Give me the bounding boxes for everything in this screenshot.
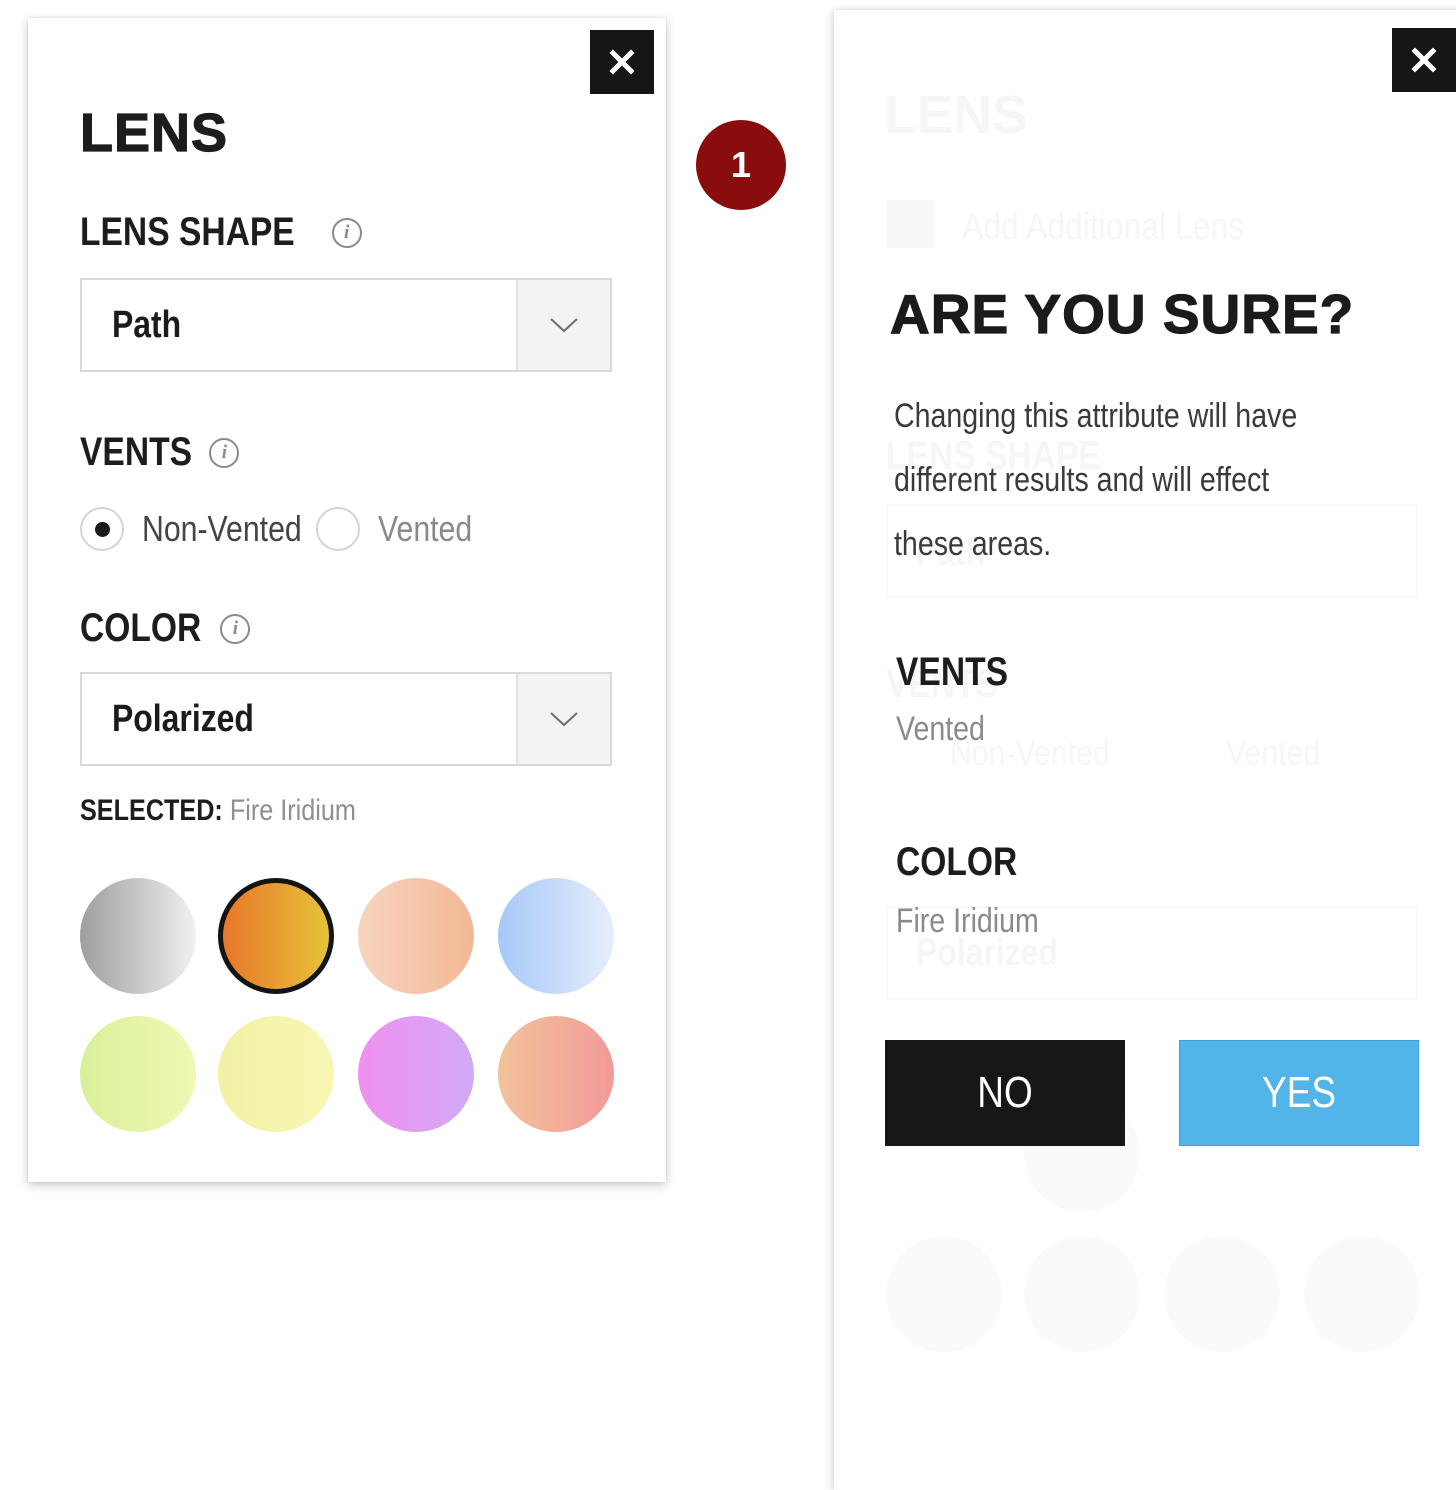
radio-label-vented: Vented [378, 508, 473, 549]
color-swatch-coral[interactable] [498, 1016, 614, 1132]
ghost-swatch [1304, 1236, 1420, 1352]
step-badge: 1 [696, 120, 786, 210]
lens-shape-label: LENS SHAPE i [80, 210, 362, 255]
summary-color-label: COLOR [896, 840, 1018, 884]
lens-shape-label-text: LENS SHAPE [80, 210, 295, 254]
no-button[interactable]: NO [885, 1040, 1125, 1146]
radio-dot [94, 521, 110, 537]
vents-radio-group: Non-Vented Vented [80, 504, 490, 554]
confirm-message: Changing this attribute will have differ… [894, 384, 1456, 576]
lens-shape-select[interactable]: Path [80, 278, 612, 372]
ghost-swatch [886, 1236, 1002, 1352]
close-icon [609, 49, 635, 75]
color-label: COLOR i [80, 606, 251, 651]
panel-title: LENS [79, 102, 229, 163]
color-swatch-fire-iridium[interactable] [218, 878, 334, 994]
color-swatch-lime[interactable] [80, 1016, 196, 1132]
radio-label-non-vented: Non-Vented [142, 508, 302, 549]
radio-vented[interactable] [316, 507, 361, 551]
color-value: Polarized [112, 698, 254, 740]
selected-value: Fire Iridium [229, 794, 356, 827]
selected-key: SELECTED: [80, 794, 223, 827]
summary-vents-value: Vented [896, 710, 985, 748]
ghost-add-lens: Add Additional Lens [962, 206, 1245, 248]
confirm-title: ARE YOU SURE? [889, 282, 1355, 345]
color-swatch-silver[interactable] [80, 878, 196, 994]
info-icon[interactable]: i [209, 437, 240, 468]
confirm-message-line: Changing this attribute will have [894, 397, 1298, 435]
chevron-down-icon[interactable] [516, 280, 610, 370]
radio-non-vented[interactable] [80, 507, 124, 551]
color-swatch-blue[interactable] [498, 878, 614, 994]
close-icon [1411, 47, 1437, 73]
close-button[interactable] [1392, 28, 1456, 92]
ghost-checkbox [886, 200, 934, 248]
color-select[interactable]: Polarized [80, 672, 612, 766]
ghost-swatch [1024, 1236, 1140, 1352]
color-label-text: COLOR [80, 606, 202, 650]
lens-panel: LENS LENS SHAPE i Path VENTS i Non-Vente… [28, 18, 666, 1182]
ghost-vented: Vented [1226, 732, 1321, 773]
color-swatch-violet[interactable] [358, 1016, 474, 1132]
close-button[interactable] [590, 30, 654, 94]
vents-label: VENTS i [80, 430, 240, 475]
color-swatch-peach[interactable] [358, 878, 474, 994]
chevron-down-icon[interactable] [516, 674, 610, 764]
yes-button[interactable]: YES [1179, 1040, 1419, 1146]
ghost-title: LENS [884, 85, 1029, 145]
color-swatch-yellow[interactable] [218, 1016, 334, 1132]
confirm-message-line: different results and will effect [894, 461, 1270, 499]
summary-color-value: Fire Iridium [896, 902, 1039, 940]
summary-vents-label: VENTS [896, 650, 1009, 694]
confirm-message-line: these areas. [894, 525, 1052, 563]
lens-shape-value: Path [112, 304, 182, 346]
info-icon[interactable]: i [331, 217, 362, 248]
selected-color-line: SELECTED: Fire Iridium [80, 794, 408, 828]
vents-label-text: VENTS [80, 430, 193, 474]
ghost-swatch [1164, 1236, 1280, 1352]
info-icon[interactable]: i [220, 613, 251, 644]
confirm-panel: LENS Add Additional Lens LENS SHAPE Path… [834, 10, 1456, 1490]
